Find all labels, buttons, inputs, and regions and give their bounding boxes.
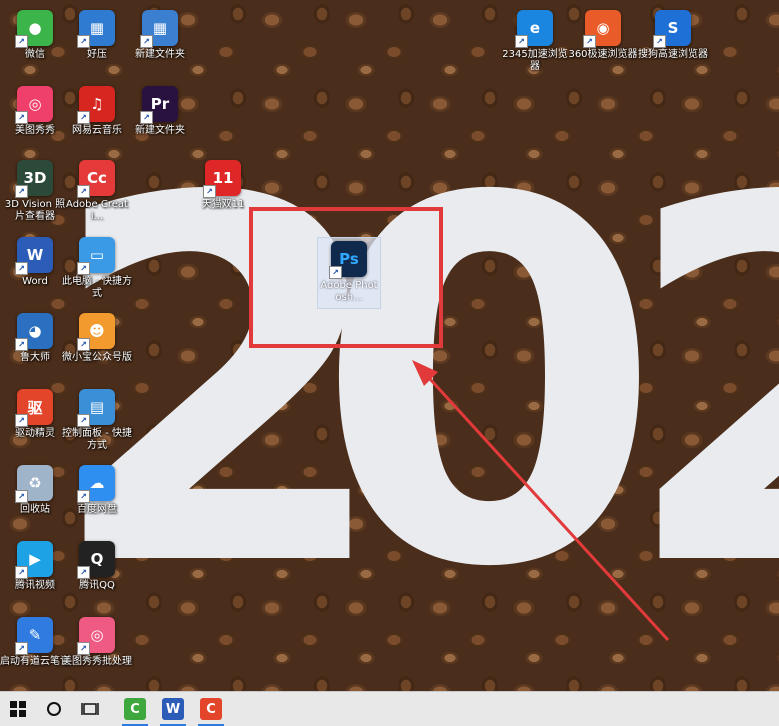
cortana-circle-icon[interactable] (36, 692, 72, 726)
taskbar: CWC (0, 691, 779, 726)
camtasia-green-icon: C (124, 698, 146, 720)
taskbar-pinned-apps: CWC (116, 692, 230, 726)
taskbar-app-camtasia-red[interactable]: C (192, 692, 230, 726)
windows-logo-icon (10, 701, 26, 717)
arrow-shaft (418, 366, 670, 642)
task-view-icon[interactable] (72, 692, 108, 726)
taskbar-app-word-taskbar[interactable]: W (154, 692, 192, 726)
camtasia-red-icon: C (200, 698, 222, 720)
word-taskbar-icon: W (162, 698, 184, 720)
task-view-glyph-icon (81, 703, 99, 715)
taskbar-app-camtasia-green[interactable]: C (116, 692, 154, 726)
red-annotation-arrow (412, 360, 670, 642)
windows-start-icon[interactable] (0, 692, 36, 726)
desktop[interactable]: 202 ●↗微信▦↗好压▦↗新建文件夹e↗2345加速浏览器◉↗360极速浏览器… (0, 0, 779, 691)
search-circle-icon (47, 702, 61, 716)
